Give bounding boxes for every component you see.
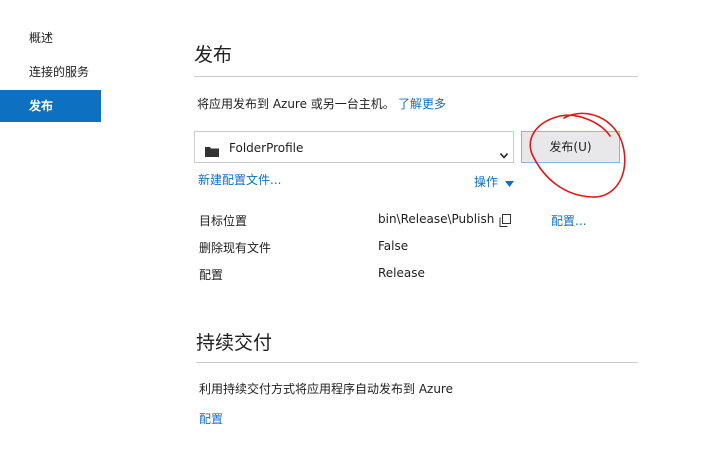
delete-existing-files-label: 删除现有文件 <box>199 241 272 255</box>
caret-down-icon <box>505 172 515 191</box>
sidebar-item-connected-services[interactable]: 连接的服务 <box>0 56 101 88</box>
continuous-delivery-divider <box>196 362 638 363</box>
folder-icon <box>205 142 219 161</box>
publish-title: 发布 <box>194 44 233 66</box>
chevron-down-icon <box>499 144 509 163</box>
target-location-label: 目标位置 <box>199 214 248 228</box>
copy-icon[interactable] <box>499 212 511 231</box>
configuration-label: 配置 <box>199 268 224 282</box>
new-profile-link[interactable]: 新建配置文件... <box>198 171 281 188</box>
actions-link[interactable]: 操作 <box>474 175 498 189</box>
profile-dropdown-value: FolderProfile <box>229 141 304 155</box>
sidebar-item-overview[interactable]: 概述 <box>0 22 101 54</box>
configuration-value: Release <box>378 266 425 280</box>
continuous-delivery-description: 利用持续交付方式将应用程序自动发布到 Azure <box>199 382 453 396</box>
actions-menu[interactable]: 操作 <box>474 171 515 191</box>
annotation-circle-icon <box>529 112 626 198</box>
publish-description: 将应用发布到 Azure 或另一台主机。 <box>197 97 395 111</box>
continuous-delivery-title: 持续交付 <box>196 332 273 354</box>
target-location-value: bin\Release\Publish <box>378 212 495 226</box>
sidebar-item-publish[interactable]: 发布 <box>0 90 101 122</box>
configure-target-link[interactable]: 配置... <box>551 212 586 229</box>
learn-more-link[interactable]: 了解更多 <box>398 95 446 112</box>
continuous-delivery-configure-link[interactable]: 配置 <box>199 410 223 427</box>
delete-existing-files-value: False <box>378 239 409 253</box>
profile-dropdown[interactable]: FolderProfile <box>194 131 514 163</box>
publish-divider <box>194 76 638 77</box>
